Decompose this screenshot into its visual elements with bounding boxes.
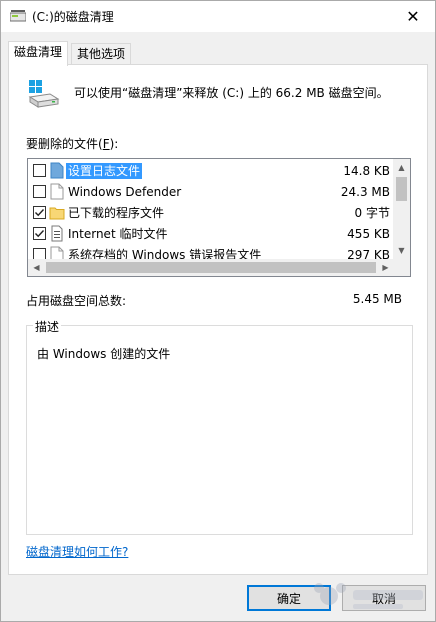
drive-icon: [28, 80, 60, 108]
close-button[interactable]: ✕: [391, 1, 435, 32]
files-label-suffix: ):: [109, 137, 119, 151]
checkbox[interactable]: [33, 164, 46, 177]
description-group: 描述 由 Windows 创建的文件: [26, 318, 413, 535]
file-icon: [50, 183, 64, 200]
window-title: (C:)的磁盘清理: [32, 10, 114, 24]
scroll-down-icon[interactable]: ▼: [393, 242, 410, 259]
tab-disk-cleanup[interactable]: 磁盘清理: [8, 41, 69, 66]
files-label-accesskey: F: [102, 137, 110, 151]
checkmark-icon: [35, 230, 45, 238]
disk-cleanup-dialog: (C:)的磁盘清理 ✕ 磁盘清理 其他选项 可以使用“磁盘清理”来释放 (C:)…: [0, 0, 436, 622]
horizontal-scrollbar[interactable]: ◀ ▶: [28, 259, 394, 276]
ok-button[interactable]: 确定: [247, 585, 331, 611]
checkbox[interactable]: [33, 185, 46, 198]
file-name: Windows Defender: [68, 185, 182, 199]
scroll-left-icon[interactable]: ◀: [28, 259, 45, 276]
vertical-scrollbar[interactable]: ▲ ▼: [393, 159, 410, 259]
list-item[interactable]: 已下载的程序文件 0 字节: [28, 202, 394, 223]
file-name: 设置日志文件: [66, 163, 143, 179]
folder-icon: [49, 207, 65, 220]
scroll-right-icon[interactable]: ▶: [377, 259, 394, 276]
file-name: Internet 临时文件: [68, 227, 168, 241]
list-item[interactable]: 设置日志文件 14.8 KB: [28, 160, 394, 181]
description-legend: 描述: [33, 318, 62, 335]
files-to-delete-list[interactable]: 设置日志文件 14.8 KB Windows Defender 24.3 MB: [27, 158, 411, 277]
list-item[interactable]: Internet 临时文件 455 KB: [28, 223, 394, 244]
cancel-button[interactable]: 取消: [342, 585, 426, 611]
file-size: 0 字节: [354, 206, 390, 220]
space-summary-text: 可以使用“磁盘清理”来释放 (C:) 上的 66.2 MB 磁盘空间。: [74, 86, 389, 100]
file-size: 14.8 KB: [343, 164, 390, 178]
file-icon: [50, 162, 64, 179]
horizontal-scroll-thumb[interactable]: [46, 262, 376, 273]
file-size: 455 KB: [347, 227, 390, 241]
description-text: 由 Windows 创建的文件: [37, 347, 171, 361]
close-icon: ✕: [406, 7, 420, 26]
document-icon: [51, 225, 63, 242]
total-space-value: 5.45 MB: [352, 292, 402, 306]
file-name: 已下载的程序文件: [68, 206, 165, 220]
disk-cleanup-app-icon: [10, 10, 26, 22]
vertical-scroll-thumb[interactable]: [396, 177, 407, 201]
list-item[interactable]: Windows Defender 24.3 MB: [28, 181, 394, 202]
checkmark-icon: [35, 209, 45, 217]
file-size: 24.3 MB: [340, 185, 390, 199]
tab-more-options[interactable]: 其他选项: [71, 43, 132, 65]
scrollbar-corner: [393, 259, 410, 276]
scroll-up-icon[interactable]: ▲: [393, 159, 410, 176]
files-label-prefix: 要删除的文件(: [26, 137, 103, 151]
files-to-delete-label: 要删除的文件(F):: [26, 135, 118, 152]
checkbox[interactable]: [33, 227, 46, 240]
checkbox[interactable]: [33, 206, 46, 219]
how-disk-cleanup-works-link[interactable]: 磁盘清理如何工作?: [26, 543, 128, 560]
tab-panel: 可以使用“磁盘清理”来释放 (C:) 上的 66.2 MB 磁盘空间。 要删除的…: [8, 64, 428, 575]
total-space-label: 占用磁盘空间总数:: [26, 294, 127, 308]
title-bar: (C:)的磁盘清理 ✕: [1, 1, 435, 32]
